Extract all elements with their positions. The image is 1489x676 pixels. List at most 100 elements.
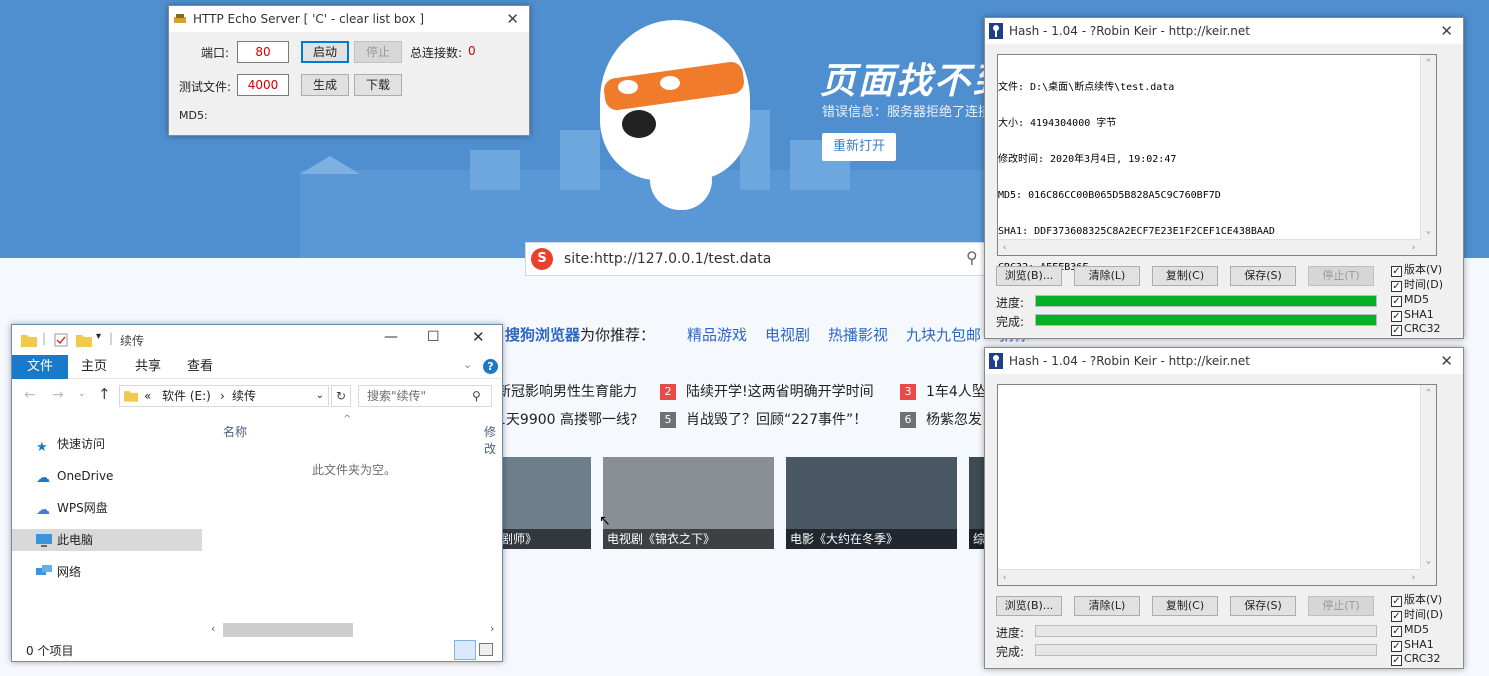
- recommend-link[interactable]: 热播影视: [828, 326, 888, 344]
- forward-icon[interactable]: →: [52, 387, 64, 403]
- scroll-up-icon[interactable]: ⌃: [1421, 387, 1436, 399]
- search-icon[interactable]: ⚲: [966, 248, 978, 267]
- refresh-icon[interactable]: ↻: [331, 385, 351, 407]
- close-icon[interactable]: ✕: [1440, 18, 1453, 44]
- breadcrumb-overflow[interactable]: «: [144, 386, 151, 406]
- hash-output-box[interactable]: 文件: D:\桌面\断点续传\test.data 大小: 4194304000 …: [997, 54, 1437, 273]
- crc32-checkbox[interactable]: ✓ CRC32: [1391, 322, 1440, 336]
- details-view-icon[interactable]: [454, 640, 476, 660]
- scroll-right-icon[interactable]: ›: [490, 622, 494, 635]
- chevron-down-icon[interactable]: ⌄: [463, 358, 472, 371]
- scroll-left-icon[interactable]: ‹: [211, 622, 215, 635]
- clear-button[interactable]: 清除(L): [1074, 266, 1140, 286]
- news-item[interactable]: 2 陆续开学!这两省明确开学时间: [660, 381, 874, 401]
- news-item[interactable]: 新冠影响男性生育能力: [497, 381, 637, 401]
- md5-checkbox[interactable]: ✓ MD5: [1391, 623, 1429, 637]
- scroll-down-icon[interactable]: ⌄: [1421, 225, 1436, 237]
- news-item[interactable]: 6 杨紫忽发: [900, 409, 982, 429]
- tab-view[interactable]: 查看: [182, 355, 218, 379]
- breadcrumb-folder[interactable]: 续传: [232, 386, 256, 406]
- copy-button[interactable]: 复制(C): [1152, 266, 1218, 286]
- port-input[interactable]: 80: [237, 41, 289, 63]
- nav-network[interactable]: 网络: [12, 561, 202, 583]
- news-item[interactable]: 3 1车4人坠: [900, 381, 986, 401]
- version-checkbox[interactable]: ✓ 版本(V): [1391, 593, 1442, 607]
- close-icon[interactable]: ✕: [506, 6, 519, 32]
- nav-wps-drive[interactable]: ☁ WPS网盘: [12, 497, 202, 519]
- time-checkbox[interactable]: ✓ 时间(D): [1391, 608, 1443, 622]
- up-icon[interactable]: ↑: [98, 385, 111, 403]
- breadcrumb[interactable]: « 软件 (E:) › 续传 ⌄: [119, 385, 329, 407]
- tab-file[interactable]: 文件: [12, 355, 68, 379]
- cloud-icon: ☁: [36, 502, 50, 518]
- tab-share[interactable]: 共享: [130, 355, 166, 379]
- scroll-down-icon[interactable]: ⌄: [1421, 555, 1436, 567]
- column-header-modified[interactable]: 修改: [484, 423, 502, 457]
- reopen-button[interactable]: 重新打开: [822, 133, 896, 161]
- tab-home[interactable]: 主页: [76, 355, 112, 379]
- thumbnail-caption: 电影《大约在冬季》: [786, 529, 957, 549]
- column-header-name[interactable]: 名称: [223, 423, 247, 440]
- search-icon[interactable]: ⚲: [472, 389, 481, 403]
- progress-label: 进度:: [996, 296, 1025, 310]
- crc32-checkbox[interactable]: ✓ CRC32: [1391, 652, 1440, 666]
- mascot-body: [650, 150, 712, 210]
- scroll-right-icon[interactable]: ›: [1411, 572, 1416, 584]
- breadcrumb-drive[interactable]: 软件 (E:): [162, 386, 211, 406]
- chevron-down-icon[interactable]: ⌄: [78, 389, 86, 399]
- scroll-up-icon[interactable]: ⌃: [1421, 57, 1436, 69]
- close-icon[interactable]: ✕: [1440, 348, 1453, 374]
- chevron-down-icon[interactable]: ⌄: [316, 386, 324, 406]
- window-title: 续传: [120, 334, 145, 348]
- close-icon[interactable]: ✕: [472, 328, 485, 346]
- scroll-left-icon[interactable]: ‹: [1002, 572, 1007, 584]
- address-bar[interactable]: S site:http://127.0.0.1/test.data: [525, 242, 995, 276]
- stop-button[interactable]: 停止(T): [1308, 596, 1374, 616]
- clear-button[interactable]: 清除(L): [1074, 596, 1140, 616]
- hash-output-box[interactable]: ⌃ ⌄ ‹ ›: [997, 384, 1437, 586]
- save-button[interactable]: 保存(S): [1230, 596, 1296, 616]
- horizontal-scrollbar[interactable]: ‹ ›: [998, 569, 1420, 585]
- copy-button[interactable]: 复制(C): [1152, 596, 1218, 616]
- new-folder-icon[interactable]: [76, 333, 92, 347]
- nav-this-pc[interactable]: 此电脑: [12, 529, 202, 551]
- news-item[interactable]: 5 肖战毁了？回顾“227事件”！: [660, 409, 867, 429]
- nav-quick-access[interactable]: ★ 快速访问: [12, 433, 202, 455]
- md5-checkbox[interactable]: ✓ MD5: [1391, 293, 1429, 307]
- news-item[interactable]: 1天9900 高搂鄂一线?: [497, 409, 637, 429]
- horizontal-scrollbar[interactable]: ‹ ›: [998, 239, 1420, 255]
- video-thumbnail[interactable]: 电影《大约在冬季》: [786, 457, 957, 549]
- nav-onedrive[interactable]: ☁ OneDrive: [12, 465, 202, 487]
- test-file-input[interactable]: 4000: [237, 74, 289, 96]
- help-icon[interactable]: ?: [483, 359, 498, 374]
- recommend-link[interactable]: 电视剧: [765, 326, 810, 344]
- scroll-right-icon[interactable]: ›: [1411, 242, 1416, 254]
- maximize-icon[interactable]: ☐: [427, 329, 440, 345]
- horizontal-scrollbar-thumb[interactable]: [223, 623, 353, 637]
- video-thumbnail[interactable]: 剧师》: [497, 457, 591, 549]
- checkbox-label: MD5: [1404, 623, 1429, 636]
- time-checkbox[interactable]: ✓ 时间(D): [1391, 278, 1443, 292]
- chevron-down-icon[interactable]: ▾: [96, 331, 101, 342]
- download-button[interactable]: 下载: [354, 74, 402, 96]
- vertical-scrollbar[interactable]: ⌃ ⌄: [1420, 55, 1436, 239]
- recommend-link[interactable]: 精品游戏: [687, 326, 747, 344]
- browse-button[interactable]: 浏览(B)...: [996, 596, 1062, 616]
- sha1-checkbox[interactable]: ✓ SHA1: [1391, 308, 1434, 322]
- sha1-checkbox[interactable]: ✓ SHA1: [1391, 638, 1434, 652]
- large-icons-view-icon[interactable]: [479, 643, 493, 656]
- video-thumbnail[interactable]: 电视剧《锦衣之下》: [603, 457, 774, 549]
- generate-button[interactable]: 生成: [301, 74, 349, 96]
- back-icon[interactable]: ←: [24, 387, 36, 403]
- minimize-icon[interactable]: —: [384, 329, 398, 345]
- stop-button[interactable]: 停止(T): [1308, 266, 1374, 286]
- start-button[interactable]: 启动: [301, 41, 349, 63]
- save-button[interactable]: 保存(S): [1230, 266, 1296, 286]
- recommend-link[interactable]: 九块九包邮: [906, 326, 981, 344]
- stop-button[interactable]: 停止: [354, 41, 402, 63]
- properties-icon[interactable]: [54, 333, 68, 347]
- version-checkbox[interactable]: ✓ 版本(V): [1391, 263, 1442, 277]
- browse-button[interactable]: 浏览(B)...: [996, 266, 1062, 286]
- scroll-left-icon[interactable]: ‹: [1002, 242, 1007, 254]
- vertical-scrollbar[interactable]: ⌃ ⌄: [1420, 385, 1436, 569]
